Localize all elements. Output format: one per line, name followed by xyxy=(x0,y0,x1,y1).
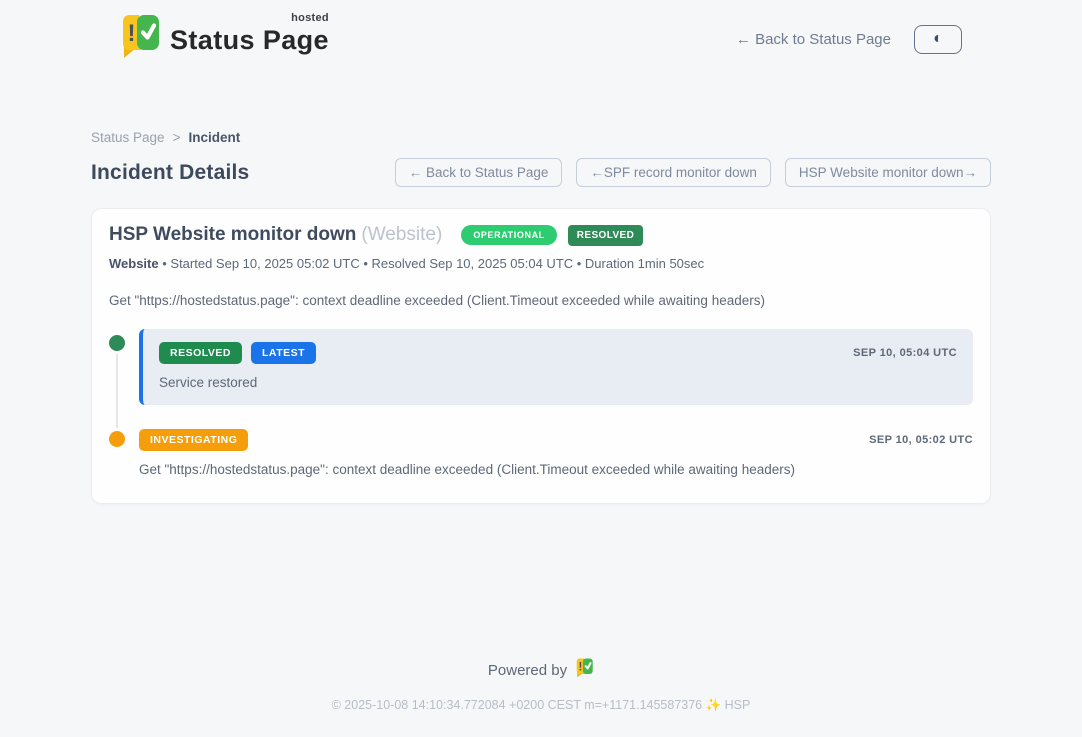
header: ! hosted Status Page ← Back to Status Pa… xyxy=(0,0,1082,64)
logo-hosted-label: hosted xyxy=(291,12,329,24)
incident-nav-buttons: ← Back to Status Page ←SPF record monito… xyxy=(395,158,991,187)
title-row: Incident Details ← Back to Status Page ←… xyxy=(91,158,991,187)
main-content: Status Page > Incident Incident Details … xyxy=(91,64,991,504)
theme-toggle-button[interactable]: ◐ xyxy=(914,25,962,54)
previous-incident-button[interactable]: ←SPF record monitor down xyxy=(576,158,771,187)
resolved-status-badge: RESOLVED xyxy=(568,225,643,246)
operational-status-badge: OPERATIONAL xyxy=(461,225,556,245)
footer: Powered by ! © 2025-10-08 14:10:34.77208… xyxy=(0,658,1082,737)
timeline-message: Service restored xyxy=(159,375,957,390)
logo-brand-text: Status Page xyxy=(170,25,329,55)
status-page-logo-icon: ! xyxy=(120,14,161,64)
powered-by-label: Powered by xyxy=(488,662,567,679)
incident-title: HSP Website monitor down xyxy=(109,224,356,246)
incident-meta-details: • Started Sep 10, 2025 05:02 UTC • Resol… xyxy=(162,256,704,271)
logo[interactable]: ! hosted Status Page xyxy=(120,14,329,64)
powered-by-link[interactable]: Powered by ! xyxy=(488,658,594,682)
timeline-message: Get "https://hostedstatus.page": context… xyxy=(139,462,973,477)
back-to-status-page-button[interactable]: ← Back to Status Page xyxy=(395,158,563,187)
timeline-latest-badge: LATEST xyxy=(251,342,316,364)
incident-meta-component: Website xyxy=(109,256,159,271)
breadcrumb: Status Page > Incident xyxy=(91,130,991,145)
timeline-dot-orange-icon xyxy=(109,431,125,447)
incident-component-label: (Website) xyxy=(361,224,442,246)
header-back-link[interactable]: ← Back to Status Page xyxy=(736,31,891,48)
header-actions: ← Back to Status Page ◐ xyxy=(736,25,962,54)
timeline-entry-resolved: RESOLVED LATEST SEP 10, 05:04 UTC Servic… xyxy=(109,329,973,405)
breadcrumb-current: Incident xyxy=(188,130,240,145)
breadcrumb-status-page-link[interactable]: Status Page xyxy=(91,130,165,145)
timeline-timestamp: SEP 10, 05:02 UTC xyxy=(869,434,973,446)
timeline-entry-investigating: INVESTIGATING SEP 10, 05:02 UTC Get "htt… xyxy=(109,429,973,477)
timeline-dot-green-icon xyxy=(109,335,125,351)
incident-description: Get "https://hostedstatus.page": context… xyxy=(109,293,973,308)
incident-card-header: HSP Website monitor down (Website) OPERA… xyxy=(109,224,973,246)
incident-meta: Website • Started Sep 10, 2025 05:02 UTC… xyxy=(109,256,973,271)
breadcrumb-separator: > xyxy=(173,130,181,145)
timeline-entry-body: INVESTIGATING SEP 10, 05:02 UTC Get "htt… xyxy=(139,429,973,477)
copyright-text: © 2025-10-08 14:10:34.772084 +0200 CEST … xyxy=(0,698,1082,713)
powered-by-logo-icon: ! xyxy=(575,658,594,682)
svg-text:!: ! xyxy=(128,20,136,47)
timeline-investigating-badge: INVESTIGATING xyxy=(139,429,248,451)
page-title: Incident Details xyxy=(91,161,249,185)
theme-toggle-half-circle-icon: ◐ xyxy=(933,31,943,47)
timeline-timestamp: SEP 10, 05:04 UTC xyxy=(853,347,957,359)
incident-card: HSP Website monitor down (Website) OPERA… xyxy=(91,208,991,504)
incident-timeline: RESOLVED LATEST SEP 10, 05:04 UTC Servic… xyxy=(109,329,973,477)
svg-text:!: ! xyxy=(579,661,583,673)
next-incident-button[interactable]: HSP Website monitor down→ xyxy=(785,158,991,187)
timeline-resolved-badge: RESOLVED xyxy=(159,342,242,364)
timeline-latest-panel: RESOLVED LATEST SEP 10, 05:04 UTC Servic… xyxy=(139,329,973,405)
